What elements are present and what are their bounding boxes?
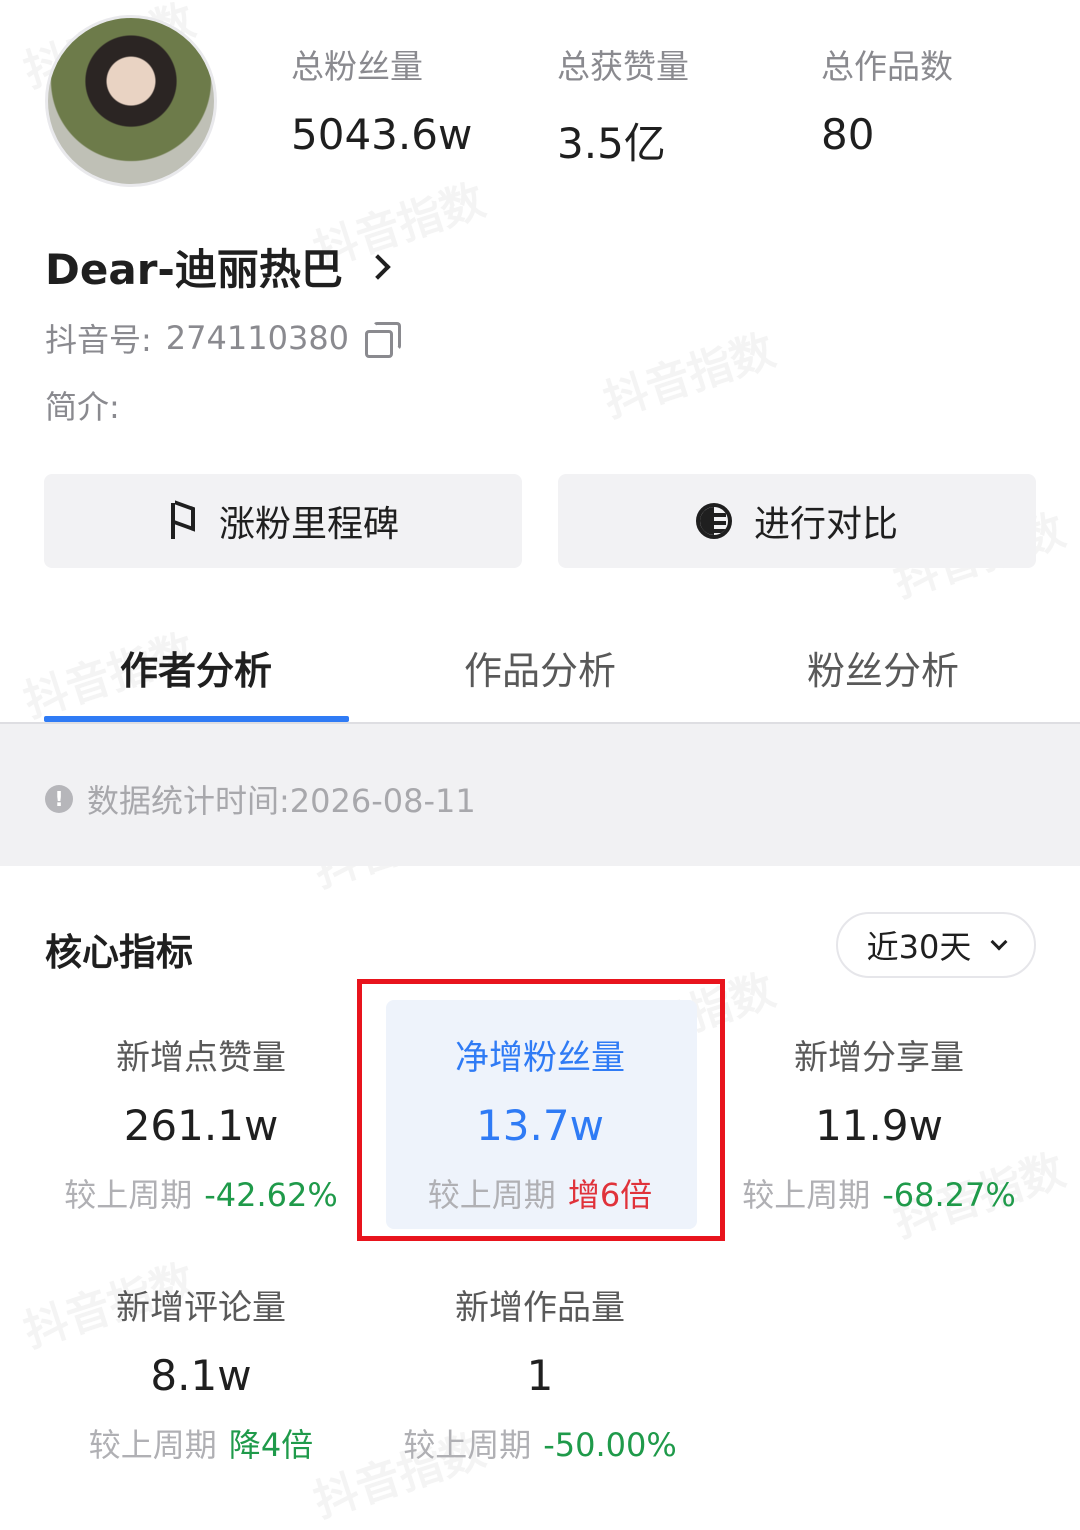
- flag-icon: [167, 500, 197, 541]
- tab-works-analysis[interactable]: 作品分析: [390, 640, 690, 695]
- compare-button[interactable]: 进行对比: [558, 474, 1036, 568]
- stat-value: 3.5亿: [557, 119, 666, 168]
- section-title: 核心指标: [45, 931, 193, 974]
- stat-total-works: 总作品数 80: [821, 40, 953, 159]
- milestone-button[interactable]: 涨粉里程碑: [44, 474, 522, 568]
- metric-new-likes[interactable]: 新增点赞量 261.1w 较上周期 -42.62%: [31, 1030, 371, 1216]
- id-label: 抖音号:: [45, 321, 152, 359]
- metric-value: 8.1w: [150, 1351, 252, 1400]
- compare-prefix: 较上周期: [403, 1426, 532, 1464]
- metric-value: 1: [526, 1351, 554, 1400]
- stat-label: 总粉丝量: [291, 47, 423, 86]
- watermark: 抖音指数: [594, 314, 781, 429]
- metric-label: 新增评论量: [116, 1288, 286, 1328]
- stat-value: 80: [821, 110, 875, 159]
- stat-label: 总作品数: [821, 47, 953, 86]
- metric-change: -68.27%: [882, 1176, 1016, 1214]
- metric-compare: 较上周期 降4倍: [31, 1420, 371, 1466]
- id-value: 274110380: [165, 319, 350, 357]
- avatar[interactable]: [45, 15, 217, 187]
- stat-total-fans: 总粉丝量 5043.6w: [291, 40, 472, 159]
- data-time-notice: ! 数据统计时间:2026-08-11: [0, 724, 1080, 866]
- copy-icon[interactable]: [363, 320, 402, 358]
- profile-name-link[interactable]: Dear-迪丽热巴: [45, 236, 391, 297]
- metric-change: -42.62%: [204, 1176, 338, 1214]
- tab-fans-analysis[interactable]: 粉丝分析: [733, 640, 1033, 695]
- milestone-label: 涨粉里程碑: [218, 504, 399, 545]
- metric-compare: 较上周期 -42.62%: [31, 1170, 371, 1216]
- profile-id-row: 抖音号: 274110380: [45, 315, 402, 361]
- metric-change: -50.00%: [543, 1426, 677, 1464]
- compare-prefix: 较上周期: [64, 1176, 193, 1214]
- tab-author-analysis[interactable]: 作者分析: [46, 640, 346, 695]
- stat-value: 5043.6w: [291, 110, 473, 159]
- metric-new-comments[interactable]: 新增评论量 8.1w 较上周期 降4倍: [31, 1280, 371, 1466]
- compare-label: 进行对比: [753, 504, 898, 545]
- metric-new-shares[interactable]: 新增分享量 11.9w 较上周期 -68.27%: [709, 1030, 1049, 1216]
- metric-compare: 较上周期 -68.27%: [709, 1170, 1049, 1216]
- compare-prefix: 较上周期: [742, 1176, 871, 1214]
- info-icon: !: [45, 785, 73, 813]
- bio-label: 简介:: [45, 388, 120, 426]
- compare-prefix: 较上周期: [88, 1426, 217, 1464]
- metric-new-works[interactable]: 新增作品量 1 较上周期 -50.00%: [370, 1280, 710, 1466]
- chevron-right-icon: [365, 253, 391, 280]
- highlight-annotation-box: [357, 979, 725, 1241]
- metric-compare: 较上周期 -50.00%: [370, 1420, 710, 1466]
- notice-text: 数据统计时间:2026-08-11: [87, 782, 476, 820]
- compare-icon: [695, 503, 732, 539]
- range-select[interactable]: 近30天: [836, 912, 1036, 978]
- stat-label: 总获赞量: [557, 47, 689, 86]
- metric-change: 降4倍: [228, 1426, 314, 1464]
- stat-total-likes: 总获赞量 3.5亿: [557, 40, 689, 171]
- metric-label: 新增分享量: [794, 1038, 964, 1078]
- profile-name: Dear-迪丽热巴: [45, 245, 343, 294]
- metric-value: 261.1w: [123, 1101, 279, 1150]
- metric-label: 新增作品量: [455, 1288, 625, 1328]
- active-tab-indicator: [44, 716, 349, 722]
- chevron-down-icon: [990, 933, 1008, 951]
- metric-value: 11.9w: [815, 1101, 943, 1150]
- range-value: 近30天: [866, 928, 972, 966]
- metric-label: 新增点赞量: [116, 1038, 286, 1078]
